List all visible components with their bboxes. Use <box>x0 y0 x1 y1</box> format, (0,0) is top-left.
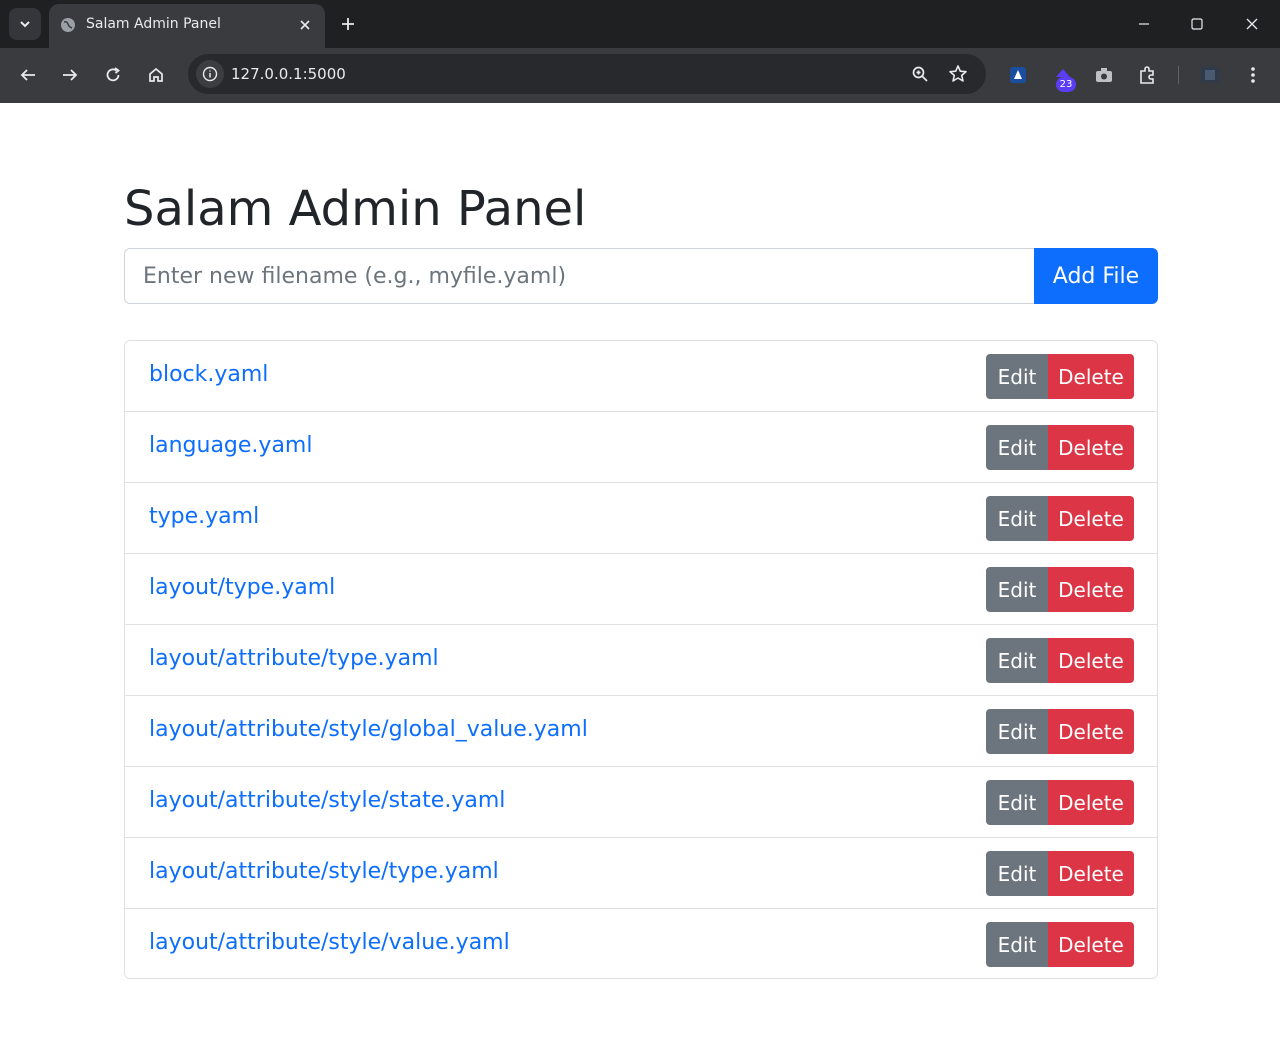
file-link[interactable]: layout/attribute/style/value.yaml <box>149 930 510 955</box>
close-window-button[interactable] <box>1236 8 1268 40</box>
edit-button[interactable]: Edit <box>986 638 1048 683</box>
row-actions: Edit Delete <box>986 709 1134 754</box>
page-content: Salam Admin Panel Add File block.yaml Edi… <box>0 103 1280 1049</box>
list-item: type.yaml Edit Delete <box>125 483 1157 554</box>
list-item: language.yaml Edit Delete <box>125 412 1157 483</box>
reload-icon <box>106 67 120 82</box>
list-item: block.yaml Edit Delete <box>125 341 1157 412</box>
arrow-left-icon <box>20 69 35 81</box>
add-file-button[interactable]: Add File <box>1034 248 1158 304</box>
edit-button[interactable]: Edit <box>986 496 1048 541</box>
extensions-puzzle-icon[interactable] <box>1134 62 1160 88</box>
camera-icon[interactable] <box>1091 62 1117 88</box>
tab-close-button[interactable] <box>295 15 315 35</box>
close-icon <box>1246 18 1258 30</box>
url-text: 127.0.0.1:5000 <box>231 65 346 83</box>
plus-icon <box>342 18 354 30</box>
chevron-down-icon <box>20 21 30 28</box>
tab-title: Salam Admin Panel <box>86 16 221 32</box>
delete-button[interactable]: Delete <box>1048 638 1134 683</box>
filename-input[interactable] <box>124 248 1034 304</box>
menu-dots-icon[interactable] <box>1240 62 1266 88</box>
back-button[interactable] <box>13 60 43 90</box>
row-actions: Edit Delete <box>986 922 1134 967</box>
file-link[interactable]: layout/type.yaml <box>149 575 335 600</box>
add-file-form: Add File <box>124 248 1158 304</box>
row-actions: Edit Delete <box>986 638 1134 683</box>
file-link[interactable]: layout/attribute/style/global_value.yaml <box>149 717 588 742</box>
extension-dark-icon[interactable] <box>1005 62 1031 88</box>
tab-strip: Salam Admin Panel <box>0 0 1280 48</box>
file-link[interactable]: block.yaml <box>149 362 268 387</box>
address-bar[interactable]: 127.0.0.1:5000 <box>188 54 986 94</box>
new-tab-button[interactable] <box>336 12 360 36</box>
close-icon <box>300 20 310 30</box>
row-actions: Edit Delete <box>986 851 1134 896</box>
delete-button[interactable]: Delete <box>1048 496 1134 541</box>
active-tab[interactable]: Salam Admin Panel <box>49 4 325 48</box>
list-item: layout/attribute/type.yaml Edit Delete <box>125 625 1157 696</box>
extension-badge: 23 <box>1056 77 1076 92</box>
file-list: block.yaml Edit Delete language.yaml Edit Del… <box>124 340 1158 979</box>
list-item: layout/attribute/style/global_value.yaml… <box>125 696 1157 767</box>
list-item: layout/attribute/style/value.yaml Edit Del… <box>125 909 1157 978</box>
tab-search-button[interactable] <box>9 8 41 40</box>
arrow-right-icon <box>63 69 78 81</box>
maximize-icon <box>1191 18 1203 30</box>
globe-icon <box>61 18 75 32</box>
bookmark-star-icon[interactable] <box>946 62 970 86</box>
file-link[interactable]: layout/attribute/style/type.yaml <box>149 859 499 884</box>
list-item: layout/attribute/style/state.yaml Edit Del… <box>125 767 1157 838</box>
delete-button[interactable]: Delete <box>1048 922 1134 967</box>
file-link[interactable]: layout/attribute/type.yaml <box>149 646 439 671</box>
edit-button[interactable]: Edit <box>986 354 1048 399</box>
file-link[interactable]: type.yaml <box>149 504 259 529</box>
row-actions: Edit Delete <box>986 354 1134 399</box>
profile-avatar-icon[interactable] <box>1197 62 1223 88</box>
toolbar-separator <box>1178 66 1179 84</box>
minimize-button[interactable] <box>1128 8 1160 40</box>
edit-button[interactable]: Edit <box>986 780 1048 825</box>
file-link[interactable]: layout/attribute/style/state.yaml <box>149 788 505 813</box>
home-icon <box>149 67 163 82</box>
site-info-icon[interactable] <box>196 60 224 88</box>
edit-button[interactable]: Edit <box>986 425 1048 470</box>
row-actions: Edit Delete <box>986 780 1134 825</box>
page-title: Salam Admin Panel <box>124 181 587 237</box>
reload-button[interactable] <box>98 60 128 90</box>
row-actions: Edit Delete <box>986 567 1134 612</box>
edit-button[interactable]: Edit <box>986 567 1048 612</box>
file-link[interactable]: language.yaml <box>149 433 312 458</box>
forward-button[interactable] <box>55 60 85 90</box>
edit-button[interactable]: Edit <box>986 709 1048 754</box>
row-actions: Edit Delete <box>986 425 1134 470</box>
edit-button[interactable]: Edit <box>986 922 1048 967</box>
minimize-icon <box>1139 23 1149 25</box>
browser-chrome: Salam Admin Panel 127.0.0.1:5000 23 <box>0 0 1280 103</box>
delete-button[interactable]: Delete <box>1048 709 1134 754</box>
delete-button[interactable]: Delete <box>1048 851 1134 896</box>
delete-button[interactable]: Delete <box>1048 567 1134 612</box>
edit-button[interactable]: Edit <box>986 851 1048 896</box>
browser-toolbar: 127.0.0.1:5000 <box>0 48 1280 103</box>
list-item: layout/attribute/style/type.yaml Edit Dele… <box>125 838 1157 909</box>
home-button[interactable] <box>141 60 171 90</box>
list-item: layout/type.yaml Edit Delete <box>125 554 1157 625</box>
row-actions: Edit Delete <box>986 496 1134 541</box>
delete-button[interactable]: Delete <box>1048 425 1134 470</box>
delete-button[interactable]: Delete <box>1048 354 1134 399</box>
maximize-button[interactable] <box>1181 8 1213 40</box>
delete-button[interactable]: Delete <box>1048 780 1134 825</box>
zoom-icon[interactable] <box>908 62 932 86</box>
